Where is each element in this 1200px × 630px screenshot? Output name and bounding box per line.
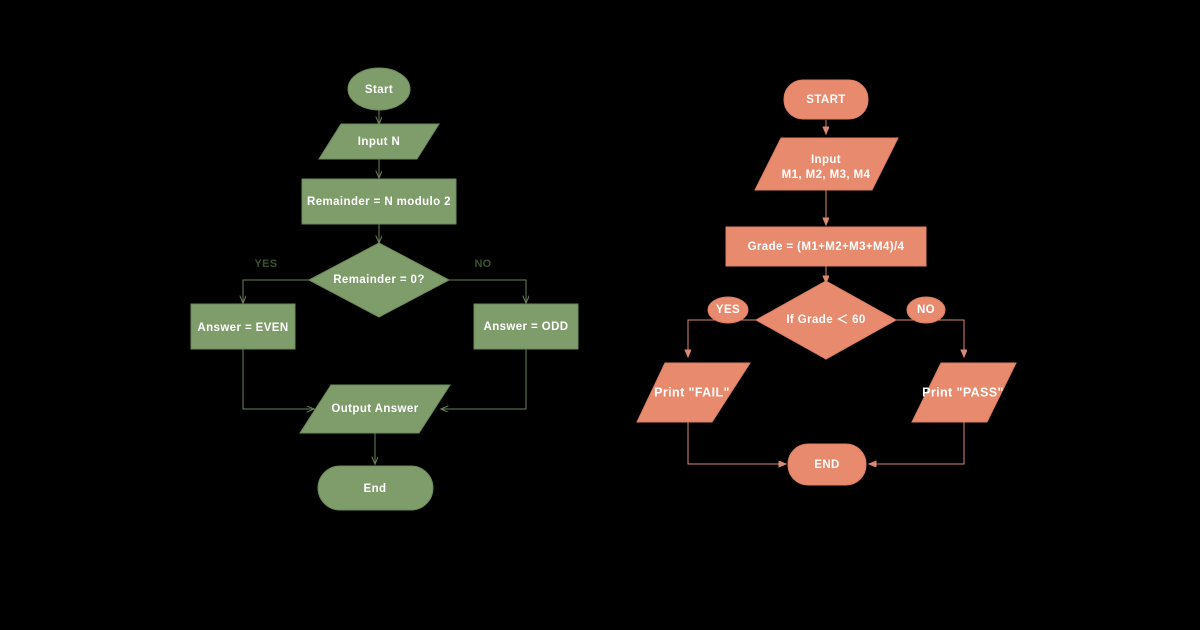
node-answer-odd[interactable]: Answer = ODD: [473, 303, 579, 350]
node-start-label: START: [806, 94, 845, 106]
flowchart-canvas: Start Input N Remainder = N modulo 2 Rem…: [0, 0, 1200, 630]
node-end-label: END: [814, 459, 839, 471]
node-remainder-label: Remainder = N modulo 2: [307, 196, 451, 208]
node-output-answer-label: Output Answer: [331, 403, 418, 415]
node-start-label: Start: [365, 84, 393, 96]
node-end[interactable]: End: [317, 465, 434, 511]
node-answer-odd-label: Answer = ODD: [483, 321, 568, 333]
edge-badge-no[interactable]: NO: [906, 296, 946, 324]
node-grade[interactable]: Grade = (M1+M2+M3+M4)/4: [725, 226, 927, 267]
node-print-fail-label: Print "FAIL": [654, 385, 730, 399]
edge-badge-yes[interactable]: YES: [707, 296, 749, 324]
node-decision-grade-label: If Grade ＜ 60: [786, 313, 865, 326]
node-start[interactable]: Start: [347, 67, 411, 111]
flowchart-svg: Start Input N Remainder = N modulo 2 Rem…: [0, 0, 1200, 630]
node-answer-even[interactable]: Answer = EVEN: [190, 303, 296, 350]
node-start[interactable]: START: [783, 79, 869, 120]
node-input-n-label: Input N: [358, 136, 400, 148]
node-input-marks-label-line2: M1, M2, M3, M4: [782, 169, 871, 181]
background: [0, 0, 1200, 630]
node-grade-label: Grade = (M1+M2+M3+M4)/4: [748, 241, 905, 253]
node-end-label: End: [364, 483, 387, 495]
node-remainder[interactable]: Remainder = N modulo 2: [301, 178, 457, 225]
node-print-pass-label: Print "PASS": [922, 385, 1004, 399]
edge-label-yes: YES: [255, 258, 278, 270]
edge-label-no: NO: [474, 258, 491, 270]
node-decision-remainder-label: Remainder = 0?: [333, 274, 425, 286]
node-input-marks-label-line1: Input: [811, 154, 841, 166]
edge-badge-yes-label: YES: [716, 304, 740, 316]
edge-badge-no-label: NO: [917, 304, 935, 316]
node-end[interactable]: END: [787, 443, 867, 486]
node-answer-even-label: Answer = EVEN: [197, 322, 288, 334]
